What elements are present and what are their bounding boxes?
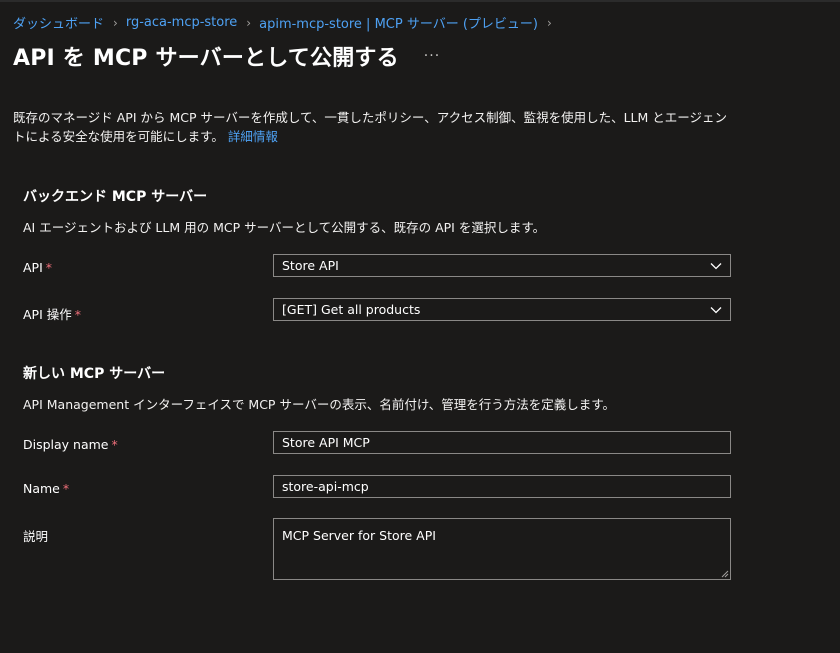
breadcrumb-apim-mcp-servers[interactable]: apim-mcp-store | MCP サーバー (プレビュー) — [259, 13, 538, 32]
backend-section-description: AI エージェントおよび LLM 用の MCP サーバーとして公開する、既存の … — [23, 220, 546, 235]
page-title: API を MCP サーバーとして公開する — [13, 46, 399, 71]
chevron-right-icon: › — [246, 15, 252, 30]
description-label: 説明 — [23, 526, 48, 545]
breadcrumb: ダッシュボード › rg-aca-mcp-store › apim-mcp-st… — [13, 13, 560, 32]
chevron-down-icon — [710, 307, 722, 314]
required-mark: * — [111, 437, 118, 452]
description-textarea[interactable]: MCP Server for Store API — [273, 518, 731, 580]
name-label-text: Name — [23, 481, 60, 496]
api-label: API * — [23, 260, 52, 275]
breadcrumb-dashboard[interactable]: ダッシュボード — [13, 13, 104, 32]
new-mcp-section-title: 新しい MCP サーバー — [23, 366, 166, 382]
name-value: store-api-mcp — [282, 479, 369, 494]
api-operation-dropdown[interactable]: [GET] Get all products — [273, 298, 731, 321]
description-label-text: 説明 — [23, 529, 49, 544]
display-name-label-text: Display name — [23, 437, 109, 452]
new-mcp-section-description: API Management インターフェイスで MCP サーバーの表示、名前付… — [23, 397, 615, 412]
display-name-label: Display name * — [23, 437, 118, 452]
api-operation-label-text: API 操作 — [23, 307, 72, 322]
intro-text: 既存のマネージド API から MCP サーバーを作成して、一貫したポリシー、ア… — [13, 110, 728, 144]
api-dropdown-value: Store API — [282, 258, 339, 273]
chevron-right-icon: › — [546, 15, 552, 30]
learn-more-link[interactable]: 詳細情報 — [228, 129, 278, 144]
display-name-field[interactable]: Store API MCP — [273, 431, 731, 454]
api-label-text: API — [23, 260, 43, 275]
api-operation-dropdown-value: [GET] Get all products — [282, 302, 421, 317]
chevron-down-icon — [710, 263, 722, 270]
top-divider — [0, 0, 840, 2]
title-row: API を MCP サーバーとして公開する ··· — [13, 40, 440, 72]
chevron-right-icon: › — [113, 15, 118, 30]
backend-section-title: バックエンド MCP サーバー — [23, 189, 208, 205]
more-icon[interactable]: ··· — [424, 48, 440, 64]
required-mark: * — [62, 481, 70, 496]
resize-grip-icon[interactable] — [721, 570, 729, 578]
api-operation-label: API 操作 * — [23, 304, 81, 323]
description-value: MCP Server for Store API — [282, 528, 436, 543]
breadcrumb-resource-group[interactable]: rg-aca-mcp-store — [126, 15, 237, 30]
intro-description: 既存のマネージド API から MCP サーバーを作成して、一貫したポリシー、ア… — [13, 108, 733, 146]
required-mark: * — [45, 260, 53, 275]
required-mark: * — [74, 307, 81, 322]
name-label: Name * — [23, 481, 69, 496]
name-field[interactable]: store-api-mcp — [273, 475, 731, 498]
api-dropdown[interactable]: Store API — [273, 254, 731, 277]
display-name-value: Store API MCP — [282, 435, 370, 450]
